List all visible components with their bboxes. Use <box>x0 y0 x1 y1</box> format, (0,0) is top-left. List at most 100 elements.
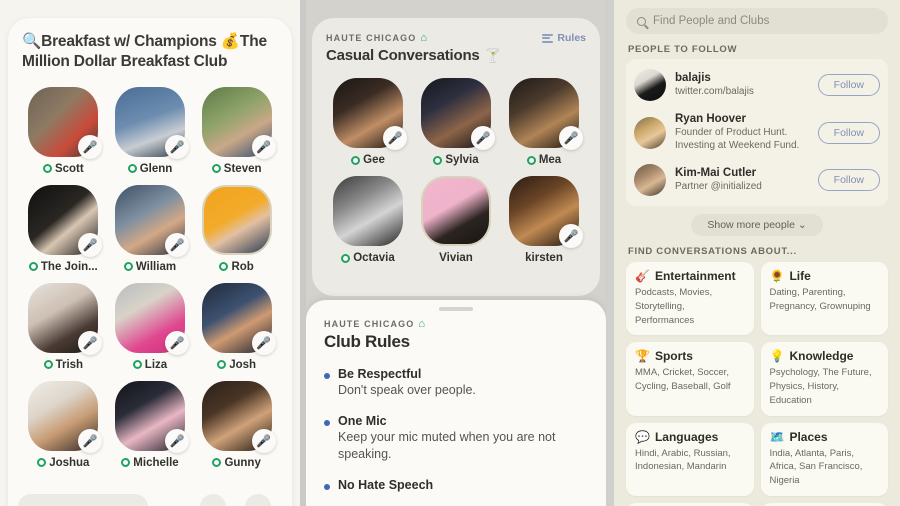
person-tile[interactable]: 🎤 kirsten <box>502 176 586 264</box>
bullet-icon <box>324 373 330 379</box>
follow-button[interactable]: Follow <box>817 169 880 191</box>
muted-mic-icon: 🎤 <box>251 428 276 453</box>
muted-mic-icon: 🎤 <box>78 232 103 257</box>
avatar-wrapper: 🎤 <box>114 184 189 257</box>
club-rule-item: No Hate Speech <box>324 478 588 492</box>
new-member-badge-icon <box>433 155 443 165</box>
club-rule-item: One Mic Keep your mic muted when you are … <box>324 414 588 463</box>
person-tile[interactable]: Rob <box>195 184 278 273</box>
person-tile[interactable]: Octavia <box>326 176 410 264</box>
topic-header: 💬 Languages <box>635 430 745 444</box>
club-rules-title: Club Rules <box>324 332 410 351</box>
person-tile[interactable]: 🎤 Gee <box>326 78 410 166</box>
person-row[interactable]: Ryan Hoover Founder of Product Hunt. Inve… <box>626 107 888 158</box>
avatar-wrapper <box>421 176 491 246</box>
list-icon <box>542 33 554 43</box>
topic-emoji-icon: 💬 <box>635 429 650 444</box>
avatar-wrapper: 🎤 <box>201 86 276 159</box>
club-rule-heading: One Mic <box>338 413 387 428</box>
topic-header: 🌻 Life <box>770 269 880 283</box>
search-input[interactable]: Find People and Clubs <box>626 8 888 34</box>
avatar-wrapper: 🎤 <box>114 86 189 159</box>
person-row[interactable]: Kim-Mai Cutler Partner @initialized Follow <box>626 158 888 202</box>
middle-room-panel: HAUTE CHICAGO ⌂ Casual Conversations 🍸 R… <box>306 0 606 506</box>
left-room-card: 🔍Breakfast w/ Champions 💰The Million Dol… <box>8 18 292 506</box>
person-tile[interactable]: 🎤 Steven <box>195 86 278 175</box>
person-tile[interactable]: 🎤 Glenn <box>109 86 192 175</box>
muted-mic-icon: 🎤 <box>164 428 189 453</box>
topic-emoji-icon: 🗺️ <box>769 429 785 444</box>
new-member-badge-icon <box>341 253 351 263</box>
person-bio: Founder of Product Hunt. Investing at We… <box>675 127 800 151</box>
follow-button[interactable]: Follow <box>817 121 880 144</box>
avatar <box>634 164 666 196</box>
person-name: Steven <box>211 163 262 175</box>
topic-card[interactable]: 💬 Languages Hindi, Arabic, Russian, Indone… <box>626 422 754 496</box>
person-name-text: Gunny <box>224 456 261 469</box>
bottom-toolbar-stub[interactable] <box>18 494 148 506</box>
person-name: Liza <box>132 359 167 371</box>
sheet-club-kicker: HAUTE CHICAGO ⌂ <box>324 318 588 330</box>
middle-room-title: Casual Conversations 🍸 <box>326 47 501 64</box>
muted-mic-icon: 🎤 <box>471 126 495 150</box>
muted-mic-icon: 🎤 <box>78 330 103 355</box>
topic-card[interactable]: 🏆 Sports MMA, Cricket, Soccer, Cycling, Ba… <box>626 342 754 416</box>
avatar <box>634 69 666 101</box>
topics-grid: 🎸 Entertainment Podcasts, Movies, Storytel… <box>626 262 888 506</box>
person-tile[interactable]: 🎤 Mea <box>502 78 586 166</box>
person-name: Scott <box>42 163 84 175</box>
person-tile[interactable]: 🎤 Trish <box>22 282 105 371</box>
person-name-text: Vivian <box>439 252 473 264</box>
topic-card[interactable]: 🌻 Life Dating, Parenting, Pregnancy, Grown… <box>760 262 888 336</box>
muted-mic-icon: 🎤 <box>78 428 103 453</box>
avatar <box>421 176 491 246</box>
search-icon <box>637 16 646 26</box>
person-name-text: Joshua <box>49 456 90 469</box>
person-tile[interactable]: Vivian <box>414 176 498 264</box>
person-tile[interactable]: 🎤 Josh <box>195 282 278 371</box>
person-tile[interactable]: 🎤 The Join... <box>22 184 105 273</box>
person-tile[interactable]: 🎤 Gunny <box>195 380 278 469</box>
discover-panel: Find People and Clubs PEOPLE TO FOLLOW b… <box>614 0 900 506</box>
topic-body: Psychology, The Future, Physics, History… <box>769 367 872 406</box>
find-conversations-header: FIND CONVERSATIONS ABOUT... <box>628 246 797 257</box>
person-tile[interactable]: 🎤 Liza <box>109 282 192 371</box>
club-rules-list: Be Respectful Don't speak over people. One… <box>324 367 588 492</box>
people-to-follow-list: balajis twitter.com/balajis Follow Ryan Hoo… <box>626 59 888 206</box>
sheet-drag-handle[interactable] <box>439 307 473 311</box>
person-tile[interactable]: 🎤 Sylvia <box>414 78 498 166</box>
new-member-badge-icon <box>217 360 227 370</box>
topic-body: Podcasts, Movies, Storytelling, Performa… <box>635 287 713 326</box>
person-name-text: Gee <box>363 154 385 166</box>
new-member-badge-icon <box>42 164 52 174</box>
muted-mic-icon: 🎤 <box>251 134 276 159</box>
person-name: Josh <box>217 359 256 371</box>
person-name: Gunny <box>212 456 261 469</box>
person-tile[interactable]: 🎤 William <box>109 184 192 273</box>
person-row[interactable]: balajis twitter.com/balajis Follow <box>626 63 888 107</box>
person-name: Rob <box>219 261 254 273</box>
follow-button[interactable]: Follow <box>817 74 880 96</box>
left-club-title: 🔍Breakfast w/ Champions 💰The Million Dol… <box>22 33 267 71</box>
person-tile[interactable]: 🎤 Joshua <box>22 380 105 469</box>
house-icon: ⌂ <box>420 32 429 44</box>
new-member-badge-icon <box>212 458 222 468</box>
person-meta: balajis twitter.com/balajis <box>675 72 809 98</box>
new-member-badge-icon <box>127 164 137 174</box>
bullet-icon <box>324 419 330 426</box>
topic-title: Knowledge <box>789 349 854 364</box>
person-tile[interactable]: 🎤 Michelle <box>109 380 192 469</box>
avatar <box>333 176 403 246</box>
topic-card[interactable]: 🎸 Entertainment Podcasts, Movies, Storytel… <box>626 262 754 336</box>
rules-link[interactable]: Rules <box>542 32 586 44</box>
topic-card[interactable]: 🗺️ Places India, Atlanta, Paris, Africa, S… <box>760 422 888 496</box>
muted-mic-icon: 🎤 <box>383 126 407 150</box>
new-member-badge-icon <box>43 360 53 370</box>
new-member-badge-icon <box>211 164 221 174</box>
show-more-people-button[interactable]: Show more people ⌄ <box>691 214 823 236</box>
person-meta: Ryan Hoover Founder of Product Hunt. Inve… <box>675 113 809 152</box>
person-tile[interactable]: 🎤 Scott <box>22 86 105 175</box>
avatar-wrapper: 🎤 <box>509 176 583 248</box>
person-name: Michelle <box>121 457 179 469</box>
topic-card[interactable]: 💡 Knowledge Psychology, The Future, Physic… <box>760 342 888 416</box>
